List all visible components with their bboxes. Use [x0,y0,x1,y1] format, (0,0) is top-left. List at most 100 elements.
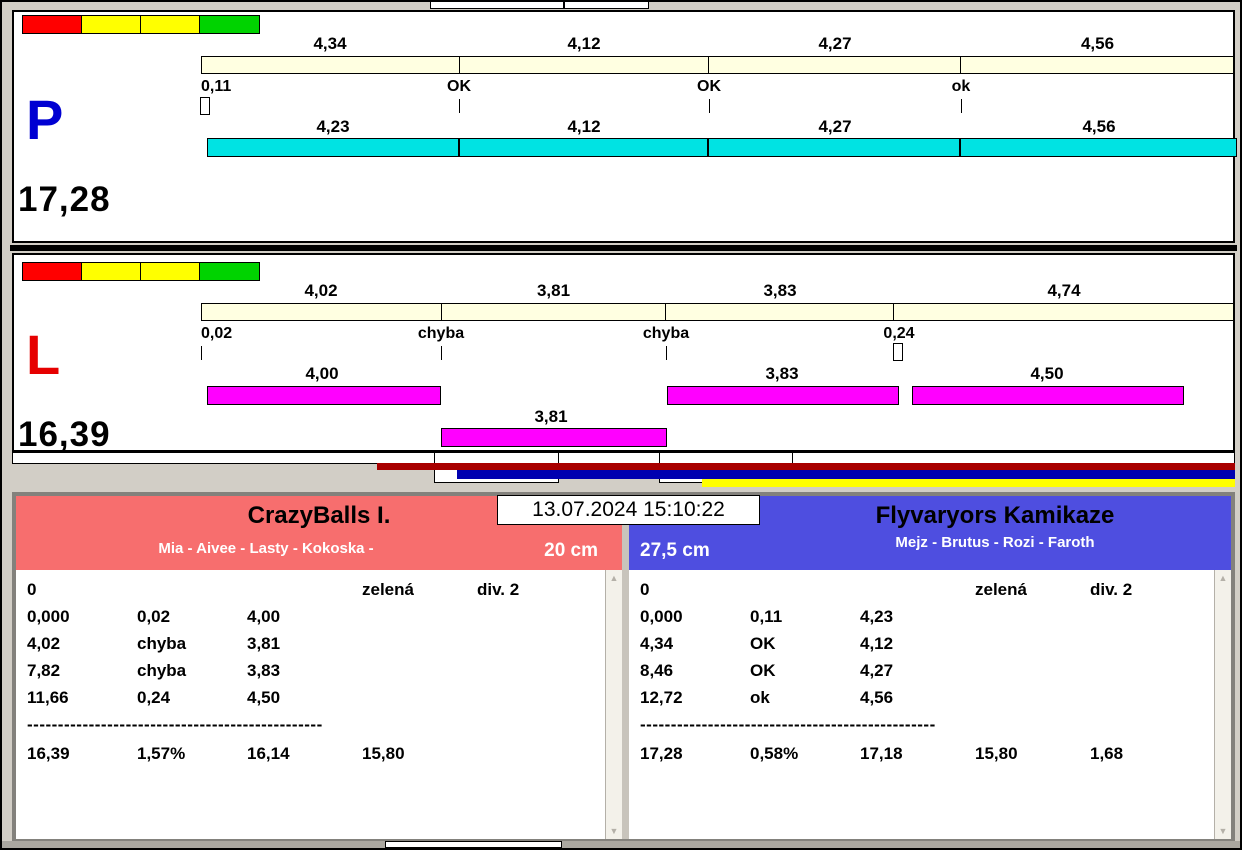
team-dogs: Mejz - Brutus - Rozi - Faroth [895,534,1095,551]
window-artifact [430,2,564,9]
total-cell: 0,58% [750,744,799,763]
bottom-strip [2,841,1240,848]
split-label: 4,27 [818,34,852,53]
result-row: 7,82 chyba 3,83 [16,661,622,688]
split-segment [961,57,1233,73]
total-cell: 15,80 [975,744,1018,763]
run-label: 3,83 [765,364,799,383]
total-cell: 17,18 [860,744,903,763]
scroll-down-icon[interactable]: ▼ [1215,823,1231,839]
run-bar-segment [207,386,441,405]
run-label: 4,56 [1082,117,1116,136]
split-bar [201,303,1234,321]
mark-label: OK [697,78,721,95]
result-cell: chyba [137,661,187,680]
mark-label: chyba [417,325,465,342]
result-row: 12,72 ok 4,56 [629,688,1231,715]
result-cell: 4,56 [860,688,894,707]
progress-bar-maroon [377,463,1235,470]
result-row: 4,02 chyba 3,81 [16,634,622,661]
traffic-lights [22,15,260,34]
result-cell: 12,72 [640,688,683,707]
result-cell: 4,23 [860,607,894,626]
split-label: 3,81 [536,281,571,300]
run-bar-segment [441,428,667,447]
run-segment [961,139,1236,156]
split-label: 4,74 [1047,281,1081,300]
split-segment [709,57,961,73]
result-cell: 7,82 [27,661,61,680]
team-dogs: Mia - Aivee - Lasty - Kokoska - [158,540,374,557]
scrollbar[interactable]: ▲ ▼ [1214,570,1231,839]
light-red [23,16,82,33]
light-yellow-2 [141,263,200,280]
result-cell: 4,00 [247,607,281,626]
scroll-up-icon[interactable]: ▲ [606,570,622,586]
result-row: 0,000 0,02 4,00 [16,607,622,634]
mark-label: ok [951,78,971,95]
split-segment [202,57,460,73]
split-label: 4,12 [567,34,601,53]
result-cell: 11,66 [27,688,69,707]
traffic-lights [22,262,260,281]
result-cell: 3,83 [247,661,281,680]
totals-row: 16,39 1,57% 16,14 15,80 [16,744,622,771]
result-cell: ok [750,688,770,707]
scroll-down-icon[interactable]: ▼ [606,823,622,839]
mark-label: 0,24 [883,325,915,342]
tick-mark [201,346,202,360]
split-label: 4,56 [1080,34,1115,53]
team-left-panel: CrazyBalls I. Mia - Aivee - Lasty - Koko… [16,496,622,839]
lane-letter: L [26,323,61,386]
result-cell: 4,12 [860,634,894,653]
mark-label: 0,11 [201,78,232,95]
progress-bar-navy [457,470,1235,479]
light-yellow-1 [82,16,141,33]
run-label: 4,00 [305,364,339,383]
result-cell: OK [750,661,776,680]
split-labels-row: 4,34 4,12 4,27 4,56 [201,34,1234,54]
split-bar [201,56,1234,74]
run-bar [207,138,1237,157]
scroll-up-icon[interactable]: ▲ [1215,570,1231,586]
light-red [23,263,82,280]
jump-height: 27,5 cm [640,540,710,561]
result-cell: div. 2 [477,580,520,599]
run-label: 4,23 [316,117,350,136]
result-cell: 0,000 [27,607,70,626]
result-cell: 4,50 [247,688,281,707]
scrollbar[interactable]: ▲ ▼ [605,570,622,839]
lane-p-panel: 4,34 4,12 4,27 4,56 0,11 OK OK ok 4,23 4… [12,10,1237,243]
total-cell: 17,28 [640,744,683,763]
separator-row: ----------------------------------------… [27,715,323,734]
run-bar-segment [912,386,1184,405]
split-label: 4,34 [313,34,347,53]
result-row: 0 zelená div. 2 [629,580,1231,607]
lane-l-panel: 4,02 3,81 3,83 4,74 0,02 chyba chyba 0,2… [12,253,1235,454]
split-segment [460,57,710,73]
tick-mark [961,99,962,113]
lane-letter: P [26,88,64,151]
total-cell: 15,80 [362,744,405,763]
run-label: 4,12 [567,117,601,136]
lane-total: 17,28 [18,180,111,219]
split-segment [666,304,894,320]
split-label: 4,02 [304,281,338,300]
result-cell: 4,27 [860,661,894,680]
total-cell: 16,39 [27,744,70,763]
tick-mark [709,99,710,113]
start-marker-box [893,343,903,361]
run-label: 4,50 [1030,364,1064,383]
team-left-results: 0 zelená div. 2 0,000 0,02 4,00 4,02 chy… [16,570,622,839]
mark-label: 0,02 [201,325,233,342]
result-row: 0 zelená div. 2 [16,580,622,607]
result-cell: div. 2 [1090,580,1133,599]
mark-label: OK [447,78,471,95]
result-cell: 0 [640,580,650,599]
result-cell: 4,02 [27,634,61,653]
result-cell: 0 [27,580,37,599]
tick-mark [459,99,460,113]
total-cell: 1,57% [137,744,186,763]
result-cell: zelená [362,580,414,599]
split-segment [202,304,442,320]
